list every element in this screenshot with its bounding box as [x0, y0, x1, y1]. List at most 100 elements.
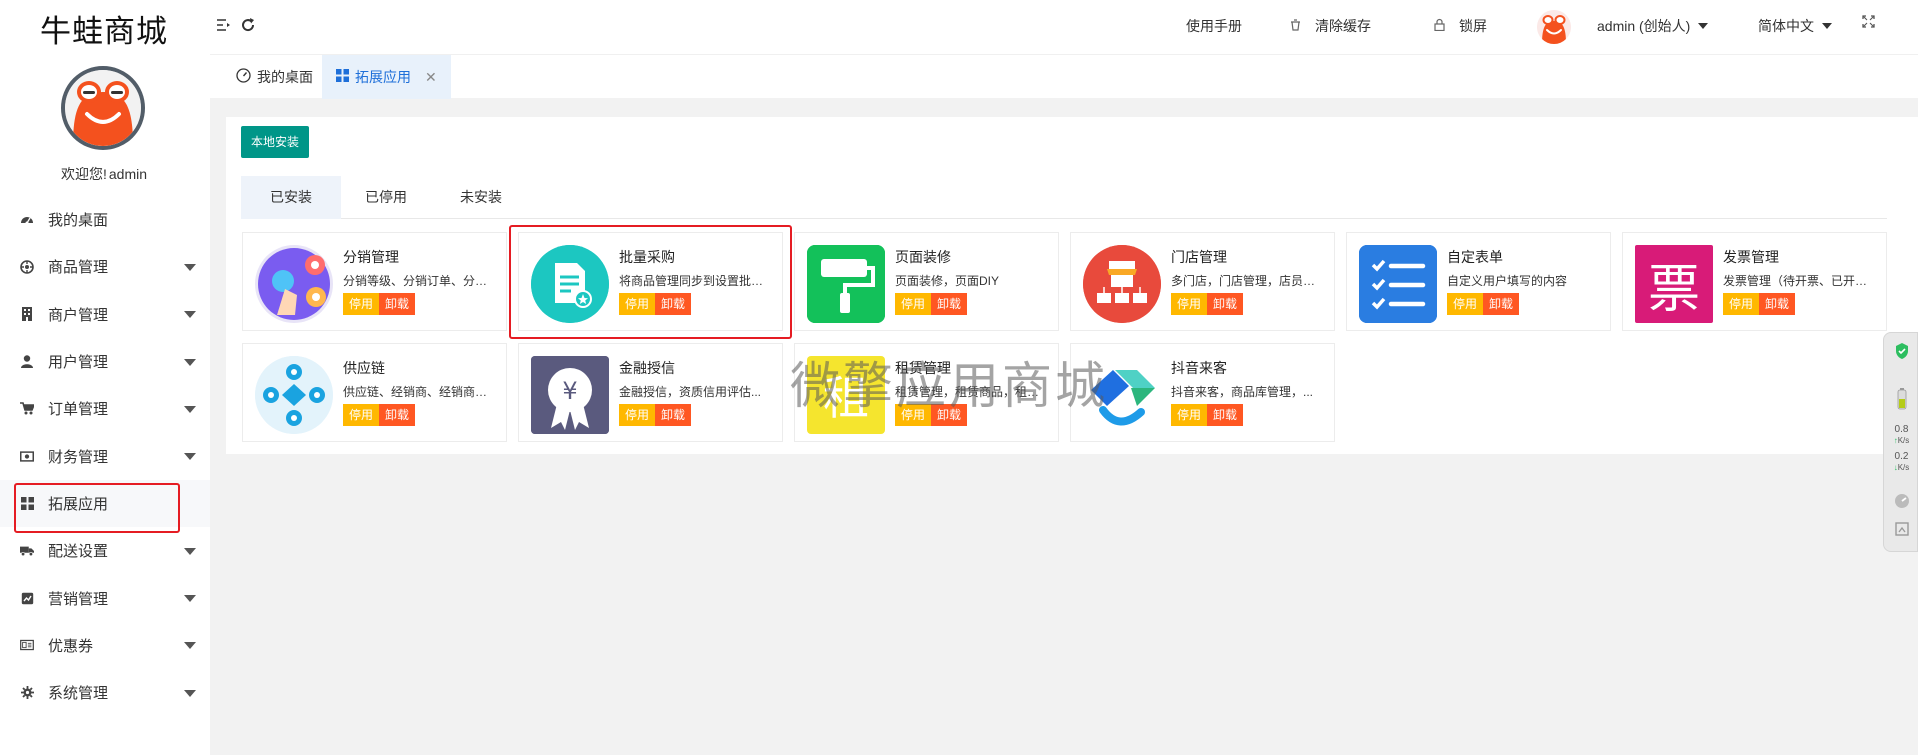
- user-menu[interactable]: admin (创始人): [1597, 16, 1709, 36]
- uninstall-button[interactable]: 卸载: [931, 293, 968, 315]
- upload-speed-unit: K/s: [1897, 436, 1910, 445]
- sidebar-menu: 我的桌面 商品管理 商户管理 用户管理 订单管理 财务管理 拓展应用 配送设置 …: [0, 196, 210, 716]
- sidebar-item-label: 系统管理: [48, 685, 109, 703]
- disable-button[interactable]: 停用: [343, 404, 380, 426]
- sidebar-item-merchant[interactable]: 商户管理: [0, 291, 210, 338]
- chevron-down-icon: [184, 595, 196, 603]
- sidebar-item-users[interactable]: 用户管理: [0, 338, 210, 385]
- user-avatar[interactable]: [1537, 10, 1571, 44]
- app-card-distribution[interactable]: 分销管理 分销等级、分销订单、分销商... 停用 卸载: [242, 232, 507, 331]
- uninstall-button[interactable]: 卸载: [1759, 293, 1796, 315]
- sidebar-item-label: 财务管理: [48, 448, 109, 466]
- speed-gauge-icon[interactable]: [1884, 493, 1918, 512]
- network-monitor-widget[interactable]: 0.8 ↑K/s 0.2 ↓K/s: [1883, 332, 1918, 552]
- sidebar-item-label: 我的桌面: [48, 212, 109, 230]
- tab-desktop[interactable]: 我的桌面: [222, 55, 327, 99]
- sidebar-item-label: 用户管理: [48, 354, 109, 372]
- screenshot-icon[interactable]: [1884, 521, 1918, 540]
- battery-icon: [1884, 388, 1918, 413]
- install-status-tabs: 已安装 已停用 未安装: [241, 176, 1887, 219]
- dashboard-icon: [236, 68, 251, 86]
- sidebar-item-delivery[interactable]: 配送设置: [0, 527, 210, 574]
- sidebar-item-label: 营销管理: [48, 590, 109, 608]
- app-description: 金融授信，资质信用评估...: [619, 385, 762, 399]
- shield-check-icon: [1884, 343, 1918, 362]
- language-select[interactable]: 简体中文: [1758, 16, 1832, 36]
- sidebar-item-label: 商品管理: [48, 259, 109, 277]
- disable-button[interactable]: 停用: [895, 404, 932, 426]
- uninstall-button[interactable]: 卸载: [379, 293, 416, 315]
- sidebar-item-coupons[interactable]: 优惠券: [0, 622, 210, 669]
- highlight-box-sidebar: [14, 483, 180, 533]
- app-card-supply-chain[interactable]: 供应链 供应链、经销商、经销商品... 停用 卸载: [242, 343, 507, 442]
- header-bar: 使用手册 清除缓存 锁屏 admin (创始人) 简体中文: [210, 0, 1918, 54]
- app-description: 租赁管理，租赁商品，租赁订单...: [895, 385, 1045, 399]
- app-description: 页面装修，页面DIY: [895, 274, 1000, 288]
- app-card-store-management[interactable]: 门店管理 多门店，门店管理，店员管理... 停用 卸载: [1070, 232, 1335, 331]
- tab-disabled[interactable]: 已停用: [341, 176, 431, 219]
- tab-not-installed[interactable]: 未安装: [431, 176, 531, 219]
- frog-avatar-icon: [65, 70, 141, 146]
- app-description: 供应链、经销商、经销商品...: [343, 385, 493, 399]
- truck-icon: [20, 544, 34, 558]
- clear-cache-link[interactable]: 清除缓存: [1290, 16, 1371, 36]
- manual-label: 使用手册: [1186, 18, 1242, 34]
- paint-roller-app-icon: [807, 245, 885, 323]
- app-description: 自定义用户填写的内容: [1447, 274, 1568, 288]
- menu-fold-icon[interactable]: [216, 18, 232, 37]
- tab-installed[interactable]: 已安装: [241, 176, 341, 219]
- chart-icon: [20, 591, 34, 605]
- tab-label: 我的桌面: [257, 69, 313, 85]
- uninstall-button[interactable]: 卸载: [655, 404, 692, 426]
- fullscreen-icon[interactable]: [1862, 15, 1875, 28]
- uninstall-button[interactable]: 卸载: [1207, 293, 1244, 315]
- app-card-invoice[interactable]: 票 发票管理 发票管理（待开票、已开票）... 停用 卸载: [1622, 232, 1887, 331]
- user-name-label: admin (创始人): [1597, 18, 1691, 34]
- settings-icon: [20, 686, 34, 700]
- building-icon: [20, 307, 34, 322]
- disable-button[interactable]: 停用: [1171, 293, 1208, 315]
- app-card-douyin[interactable]: 抖音来客 抖音来客，商品库管理，... 停用 卸载: [1070, 343, 1335, 442]
- local-install-button[interactable]: 本地安装: [241, 126, 310, 158]
- lock-screen-link[interactable]: 锁屏: [1434, 16, 1487, 36]
- sidebar-item-system[interactable]: 系统管理: [0, 669, 210, 716]
- upload-speed-value: 0.8: [1894, 424, 1909, 435]
- tab-extensions[interactable]: 拓展应用 ✕: [322, 55, 451, 99]
- gear-cog-icon: [20, 260, 34, 274]
- trash-icon: [1290, 18, 1301, 34]
- app-card-finance-credit[interactable]: ¥ 金融授信 金融授信，资质信用评估... 停用 卸载: [518, 343, 783, 442]
- disable-button[interactable]: 停用: [1171, 404, 1208, 426]
- page-tabs: 我的桌面 拓展应用 ✕: [210, 54, 1918, 99]
- disable-button[interactable]: 停用: [895, 293, 932, 315]
- manual-link[interactable]: 使用手册: [1186, 16, 1242, 36]
- store-app-icon: [1083, 245, 1161, 323]
- app-title: 页面装修: [895, 249, 951, 265]
- refresh-icon[interactable]: [240, 17, 256, 38]
- chevron-down-icon: [184, 453, 196, 461]
- sidebar-item-orders[interactable]: 订单管理: [0, 385, 210, 432]
- uninstall-button[interactable]: 卸载: [379, 404, 416, 426]
- disable-button[interactable]: 停用: [1447, 293, 1484, 315]
- sidebar-item-desktop[interactable]: 我的桌面: [0, 196, 210, 243]
- cart-icon: [20, 402, 34, 416]
- disable-button[interactable]: 停用: [1723, 293, 1760, 315]
- sidebar-item-finance[interactable]: 财务管理: [0, 432, 210, 479]
- uninstall-button[interactable]: 卸载: [931, 404, 968, 426]
- close-icon[interactable]: ✕: [425, 69, 437, 86]
- uninstall-button[interactable]: 卸载: [1207, 404, 1244, 426]
- app-card-page-decoration[interactable]: 页面装修 页面装修，页面DIY 停用 卸载: [794, 232, 1059, 331]
- sidebar-item-goods[interactable]: 商品管理: [0, 243, 210, 290]
- app-description: 抖音来客，商品库管理，...: [1171, 385, 1314, 399]
- app-title: 自定表单: [1447, 249, 1503, 265]
- disable-button[interactable]: 停用: [619, 404, 656, 426]
- app-title: 发票管理: [1723, 249, 1779, 265]
- sidebar-item-marketing[interactable]: 营销管理: [0, 574, 210, 621]
- uninstall-button[interactable]: 卸载: [1483, 293, 1520, 315]
- lock-icon: [1434, 18, 1445, 34]
- avatar[interactable]: [61, 66, 145, 150]
- lock-label: 锁屏: [1459, 18, 1487, 34]
- app-card-leasing[interactable]: 租 租赁管理 租赁管理，租赁商品，租赁订单... 停用 卸载: [794, 343, 1059, 442]
- disable-button[interactable]: 停用: [343, 293, 380, 315]
- upload-speed: 0.8 ↑K/s: [1884, 424, 1918, 446]
- app-card-custom-form[interactable]: 自定表单 自定义用户填写的内容 停用 卸载: [1346, 232, 1611, 331]
